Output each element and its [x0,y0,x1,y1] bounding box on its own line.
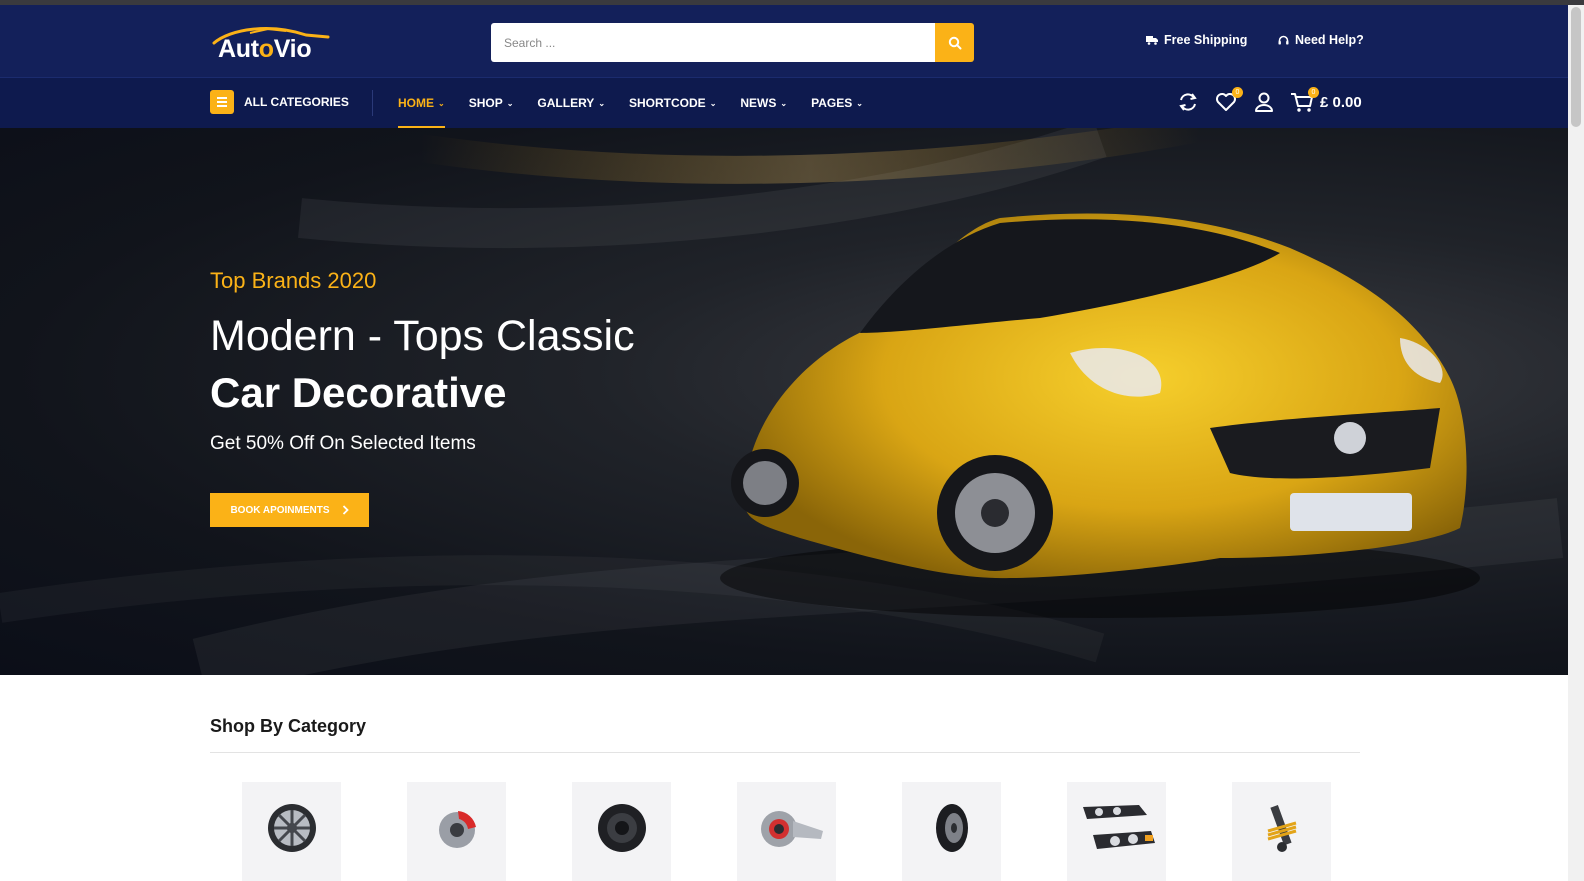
need-help-link[interactable]: Need Help? [1278,33,1364,47]
cart-count-badge: 0 [1308,87,1319,98]
tire-icon [935,803,968,852]
shop-by-category-title: Shop By Category [210,716,367,736]
wishlist-count-badge: 0 [1232,87,1243,98]
nav-divider [372,90,373,116]
refresh-icon [1179,93,1197,111]
scrollbar-thumb[interactable] [1571,7,1581,127]
category-tile-suspension[interactable] [1232,782,1331,881]
chevron-down-icon: ⌄ [856,98,863,108]
logo-text: AutoVio [218,35,312,63]
category-tile-turbo[interactable] [737,782,836,881]
category-tiles [242,782,1331,881]
free-shipping-link[interactable]: Free Shipping [1146,33,1247,47]
hero-title-line2: Car Decorative [210,369,507,416]
search-icon [948,36,961,49]
nav-item-shop[interactable]: SHOP ⌄ [469,78,514,128]
chevron-down-icon: ⌄ [780,98,788,108]
headset-icon [1278,35,1289,44]
header-top-bar: AutoVio Free Shipping Need Help? [0,5,1584,77]
site-logo[interactable]: AutoVio [210,25,332,67]
brake-disc-icon [438,810,476,848]
all-categories-label: ALL CATEGORIES [244,95,349,109]
chevron-down-icon: ⌄ [598,98,606,108]
hero-text: Top Brands 2020 Modern - Tops Classic Ca… [210,268,635,455]
hero-subtitle: Top Brands 2020 [210,268,377,293]
book-appointments-button[interactable]: BOOK APOINMENTS [210,493,369,527]
search-input[interactable] [491,23,935,62]
category-tile-brakes[interactable] [407,782,506,881]
hero-description: Get 50% Off On Selected Items [210,433,476,454]
headlight-icon [1082,804,1155,849]
nav-item-news[interactable]: NEWS ⌄ [740,78,787,128]
category-tile-headlights[interactable] [1067,782,1166,881]
turbocharger-icon [760,810,823,847]
book-appointments-label: BOOK APOINMENTS [230,504,330,516]
truck-icon [1146,36,1158,45]
chevron-right-icon [342,505,349,515]
main-navbar: ALL CATEGORIES HOME ⌄ SHOP ⌄ GALLERY ⌄ SHOR… [0,77,1584,128]
user-icon [1255,92,1273,112]
account-button[interactable] [1252,90,1276,114]
hamburger-icon [210,90,234,114]
nav-icons: 0 0 £ 0.00 [1176,87,1362,114]
nav-item-home[interactable]: HOME ⌄ [398,78,445,128]
chevron-down-icon: ⌄ [506,98,514,108]
section-divider [210,752,1360,753]
page-scrollbar[interactable] [1568,5,1584,881]
alloy-wheel-icon [267,803,316,852]
free-shipping-label: Free Shipping [1164,33,1248,47]
category-tile-speakers[interactable] [572,782,671,881]
category-tile-wheels[interactable] [242,782,341,881]
cart-button[interactable]: 0 [1290,87,1319,114]
compare-button[interactable] [1176,90,1200,114]
search-button[interactable] [935,23,974,62]
nav-item-shortcode[interactable]: SHORTCODE ⌄ [629,78,716,128]
nav-item-pages[interactable]: PAGES ⌄ [811,78,863,128]
wishlist-button[interactable]: 0 [1214,87,1243,114]
hero-title-line1: Modern - Tops Classic [210,312,635,360]
nav-menu: HOME ⌄ SHOP ⌄ GALLERY ⌄ SHORTCODE ⌄ NEWS ⌄ PA… [398,78,863,128]
chevron-down-icon: ⌄ [438,98,445,108]
cart-total[interactable]: £ 0.00 [1320,94,1362,111]
shock-absorber-icon [1267,804,1296,852]
need-help-label: Need Help? [1295,33,1364,47]
all-categories-button[interactable]: ALL CATEGORIES [210,90,349,114]
chevron-down-icon: ⌄ [709,98,717,108]
search-bar [491,23,974,62]
hero-banner: Top Brands 2020 Modern - Tops Classic Ca… [0,128,1568,675]
category-tile-tires[interactable] [902,782,1001,881]
nav-item-gallery[interactable]: GALLERY ⌄ [537,78,605,128]
speaker-icon [597,803,646,852]
